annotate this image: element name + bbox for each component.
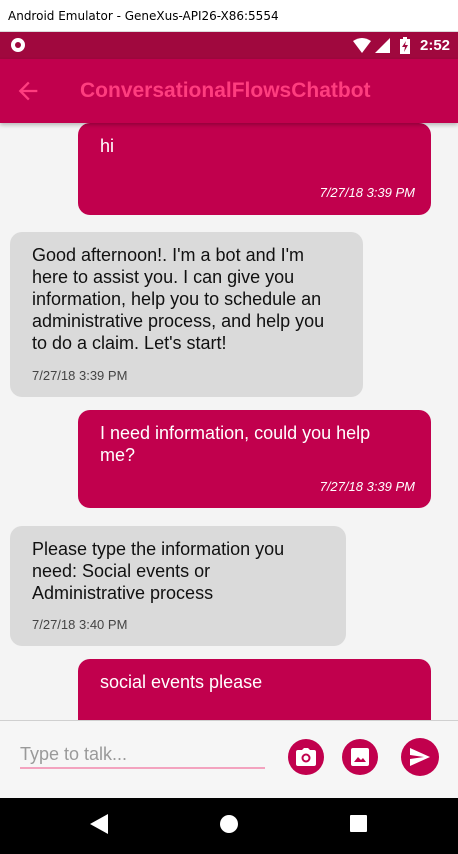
cell-signal-icon bbox=[375, 38, 390, 53]
message-bubble-user: hi 7/27/18 3:39 PM bbox=[78, 123, 431, 215]
send-icon bbox=[410, 748, 430, 766]
image-icon bbox=[351, 748, 369, 766]
message-timestamp: 7/27/18 3:39 PM bbox=[319, 185, 415, 200]
gallery-button[interactable] bbox=[342, 739, 378, 775]
composer-bar: Type to talk... bbox=[0, 720, 458, 798]
camera-icon bbox=[296, 748, 316, 766]
status-bar: 2:52 bbox=[0, 32, 458, 59]
chat-list[interactable]: hi 7/27/18 3:39 PM Good afternoon!. I'm … bbox=[0, 123, 458, 720]
emulator-window-title: Android Emulator - GeneXus-API26-X86:555… bbox=[0, 0, 458, 32]
message-bubble-user: I need information, could you help me? 7… bbox=[78, 410, 431, 508]
message-input[interactable]: Type to talk... bbox=[20, 741, 265, 769]
message-text: social events please bbox=[100, 672, 263, 692]
message-timestamp: 7/27/18 3:39 PM bbox=[319, 479, 415, 494]
message-text: I need information, could you help me? bbox=[100, 423, 371, 465]
message-bubble-user: social events please bbox=[78, 659, 431, 720]
message-bubble-bot: Please type the information you need: So… bbox=[10, 526, 346, 646]
message-text: hi bbox=[100, 136, 115, 156]
wifi-icon bbox=[353, 38, 371, 53]
arrow-left-icon[interactable] bbox=[14, 77, 42, 105]
message-text: Good afternoon!. I'm a bot and I'm here … bbox=[32, 245, 325, 353]
notification-dot-icon bbox=[11, 38, 25, 52]
send-button[interactable] bbox=[401, 738, 439, 776]
app-title: ConversationalFlowsChatbot bbox=[80, 79, 371, 102]
message-timestamp: 7/27/18 3:39 PM bbox=[32, 368, 128, 383]
back-triangle-icon[interactable] bbox=[90, 814, 108, 834]
recents-square-icon[interactable] bbox=[350, 815, 367, 832]
app-bar: ConversationalFlowsChatbot bbox=[0, 59, 458, 123]
message-text: Please type the information you need: So… bbox=[32, 539, 285, 603]
camera-button[interactable] bbox=[288, 739, 324, 775]
message-bubble-bot: Good afternoon!. I'm a bot and I'm here … bbox=[10, 232, 363, 397]
message-timestamp: 7/27/18 3:40 PM bbox=[32, 617, 128, 632]
home-circle-icon[interactable] bbox=[219, 814, 239, 834]
battery-charging-icon bbox=[400, 37, 410, 54]
system-nav-bar bbox=[0, 798, 458, 854]
phone-screen: 2:52 ConversationalFlowsChatbot hi 7/27/… bbox=[0, 32, 458, 854]
status-time: 2:52 bbox=[420, 37, 451, 54]
